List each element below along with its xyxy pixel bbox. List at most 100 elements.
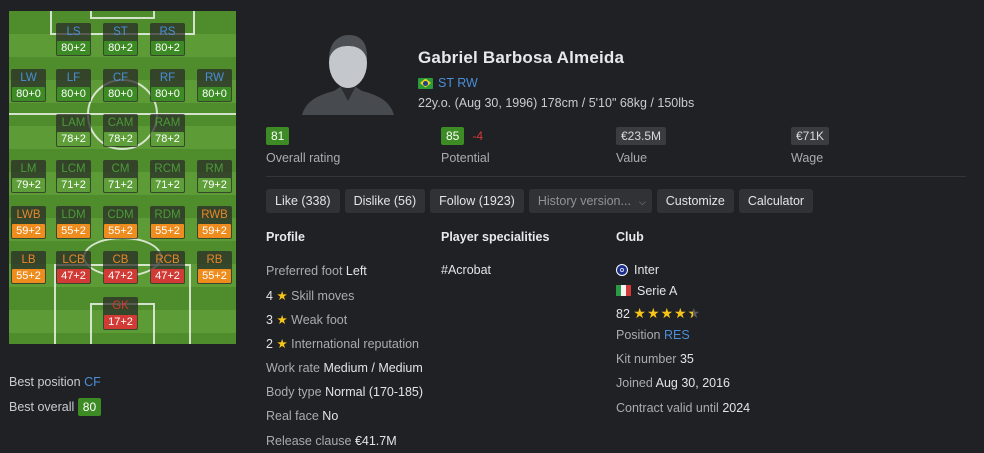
position-code: RWB (201, 209, 228, 221)
position-rating: 47+2 (104, 269, 137, 283)
club-position-row: Position RES (616, 328, 690, 342)
speciality-item[interactable]: #Acrobat (441, 263, 491, 277)
real-face-value: No (322, 409, 339, 423)
joined-value: Aug 30, 2016 (655, 376, 731, 390)
position-cm[interactable]: CM 71+2 (103, 160, 138, 193)
market-value-value: €23.5M (616, 127, 667, 145)
weak-foot-label: Weak foot (291, 313, 348, 327)
best-position-value[interactable]: CF (84, 375, 101, 389)
position-lw[interactable]: LW 80+0 (11, 69, 46, 102)
position-code: LCB (62, 254, 85, 266)
customize-button[interactable]: Customize (656, 189, 734, 213)
position-code: LW (20, 72, 37, 84)
position-rcm[interactable]: RCM 71+2 (150, 160, 185, 193)
position-code: LCM (61, 163, 86, 175)
star-icon: ★ (276, 289, 288, 303)
player-positions-link[interactable]: ST RW (438, 76, 478, 90)
star-icon: ★ (276, 313, 288, 327)
position-rating: 79+2 (198, 178, 231, 192)
position-cam[interactable]: CAM 78+2 (103, 114, 138, 147)
position-cdm[interactable]: CDM 55+2 (103, 206, 138, 239)
position-rb[interactable]: RB 55+2 (197, 251, 232, 284)
position-rcb[interactable]: RCB 47+2 (150, 251, 185, 284)
potential-label: Potential (441, 151, 490, 165)
joined-row: Joined Aug 30, 2016 (616, 376, 730, 390)
league-name[interactable]: Serie A (637, 284, 677, 298)
market-value-label: Value (616, 151, 648, 165)
position-lb[interactable]: LB 55+2 (11, 251, 46, 284)
position-lwb[interactable]: LWB 59+2 (11, 206, 46, 239)
star-icon: ★ (276, 337, 288, 351)
speciality-tag[interactable]: #Acrobat (441, 263, 491, 277)
calculator-button[interactable]: Calculator (738, 189, 814, 213)
position-lcm[interactable]: LCM 71+2 (56, 160, 91, 193)
position-code: RAM (154, 117, 181, 129)
position-code: RDM (154, 209, 181, 221)
position-rating: 55+2 (104, 224, 137, 238)
follow-button[interactable]: Follow (1923) (430, 189, 524, 213)
real-face-row: Real face No (266, 409, 338, 423)
weak-foot-value: 3 (266, 313, 273, 327)
position-cb[interactable]: CB 47+2 (103, 251, 138, 284)
position-rdm[interactable]: RDM 55+2 (150, 206, 185, 239)
position-rs[interactable]: RS 80+2 (150, 23, 185, 56)
preferred-foot-value: Left (345, 264, 367, 278)
player-positions: ST RW (418, 76, 478, 90)
specialities-title: Player specialities (441, 230, 550, 244)
position-rf[interactable]: RF 80+0 (150, 69, 185, 102)
overall-rating-label: Overall rating (266, 151, 341, 165)
dislike-button[interactable]: Dislike (56) (344, 189, 426, 213)
position-lam[interactable]: LAM 78+2 (56, 114, 91, 147)
position-ldm[interactable]: LDM 55+2 (56, 206, 91, 239)
position-rating: 47+2 (151, 269, 184, 283)
history-version-select[interactable]: History version... ⌵ (528, 189, 652, 213)
specialities-section: Player specialities #Acrobat (441, 230, 611, 290)
preferred-foot-row: Preferred foot Left (266, 264, 367, 278)
position-st[interactable]: ST 80+2 (103, 23, 138, 56)
position-rwb[interactable]: RWB 59+2 (197, 206, 232, 239)
position-code: RF (159, 72, 176, 84)
best-overall: Best overall 80 (9, 398, 102, 416)
club-position-value[interactable]: RES (664, 328, 690, 342)
work-rate-label: Work rate (266, 361, 320, 375)
position-code: CB (112, 254, 129, 266)
club-section: Club Inter Serie A 82 ★★★★★★ Position RE… (616, 230, 816, 420)
position-ram[interactable]: RAM 78+2 (150, 114, 185, 147)
club-rating-stars-icon: ★★★★★★ (633, 305, 702, 321)
position-gk[interactable]: GK 17+2 (103, 297, 138, 330)
club-name[interactable]: Inter (634, 263, 659, 277)
best-overall-label: Best overall (9, 400, 75, 414)
club-name-row[interactable]: Inter (616, 263, 659, 277)
profile-title: Profile (266, 230, 305, 244)
position-ls[interactable]: LS 80+2 (56, 23, 91, 56)
position-rating: 17+2 (104, 315, 137, 329)
position-lcb[interactable]: LCB 47+2 (56, 251, 91, 284)
profile-section: Profile Preferred foot Left 4 ★ Skill mo… (266, 230, 436, 450)
like-button[interactable]: Like (338) (266, 189, 340, 213)
wage: €71K Wage (791, 127, 830, 165)
position-code: ST (113, 26, 128, 38)
position-code: CM (111, 163, 130, 175)
club-rating-row: 82 ★★★★★★ (616, 305, 702, 322)
inter-crest-icon (616, 264, 628, 276)
position-rw[interactable]: RW 80+0 (197, 69, 232, 102)
weak-foot-row: 3 ★ Weak foot (266, 312, 347, 327)
position-cf[interactable]: CF 80+0 (103, 69, 138, 102)
position-rating: 80+2 (57, 41, 90, 55)
position-rating: 80+0 (12, 87, 45, 101)
position-code: LB (21, 254, 36, 266)
player-name: Gabriel Barbosa Almeida (418, 48, 625, 67)
potential-value: 85 (441, 127, 465, 145)
position-lf[interactable]: LF 80+0 (56, 69, 91, 102)
league-row[interactable]: Serie A (616, 284, 677, 298)
international-reputation-row: 2 ★ International reputation (266, 336, 419, 351)
body-type-label: Body type (266, 385, 322, 399)
potential-delta: -4 (472, 129, 484, 143)
position-rating: 71+2 (151, 178, 184, 192)
position-rating: 78+2 (151, 132, 184, 146)
history-version-label: History version... (537, 194, 631, 208)
position-lm[interactable]: LM 79+2 (11, 160, 46, 193)
position-rating: 78+2 (104, 132, 137, 146)
position-rm[interactable]: RM 79+2 (197, 160, 232, 193)
club-title: Club (616, 230, 644, 244)
